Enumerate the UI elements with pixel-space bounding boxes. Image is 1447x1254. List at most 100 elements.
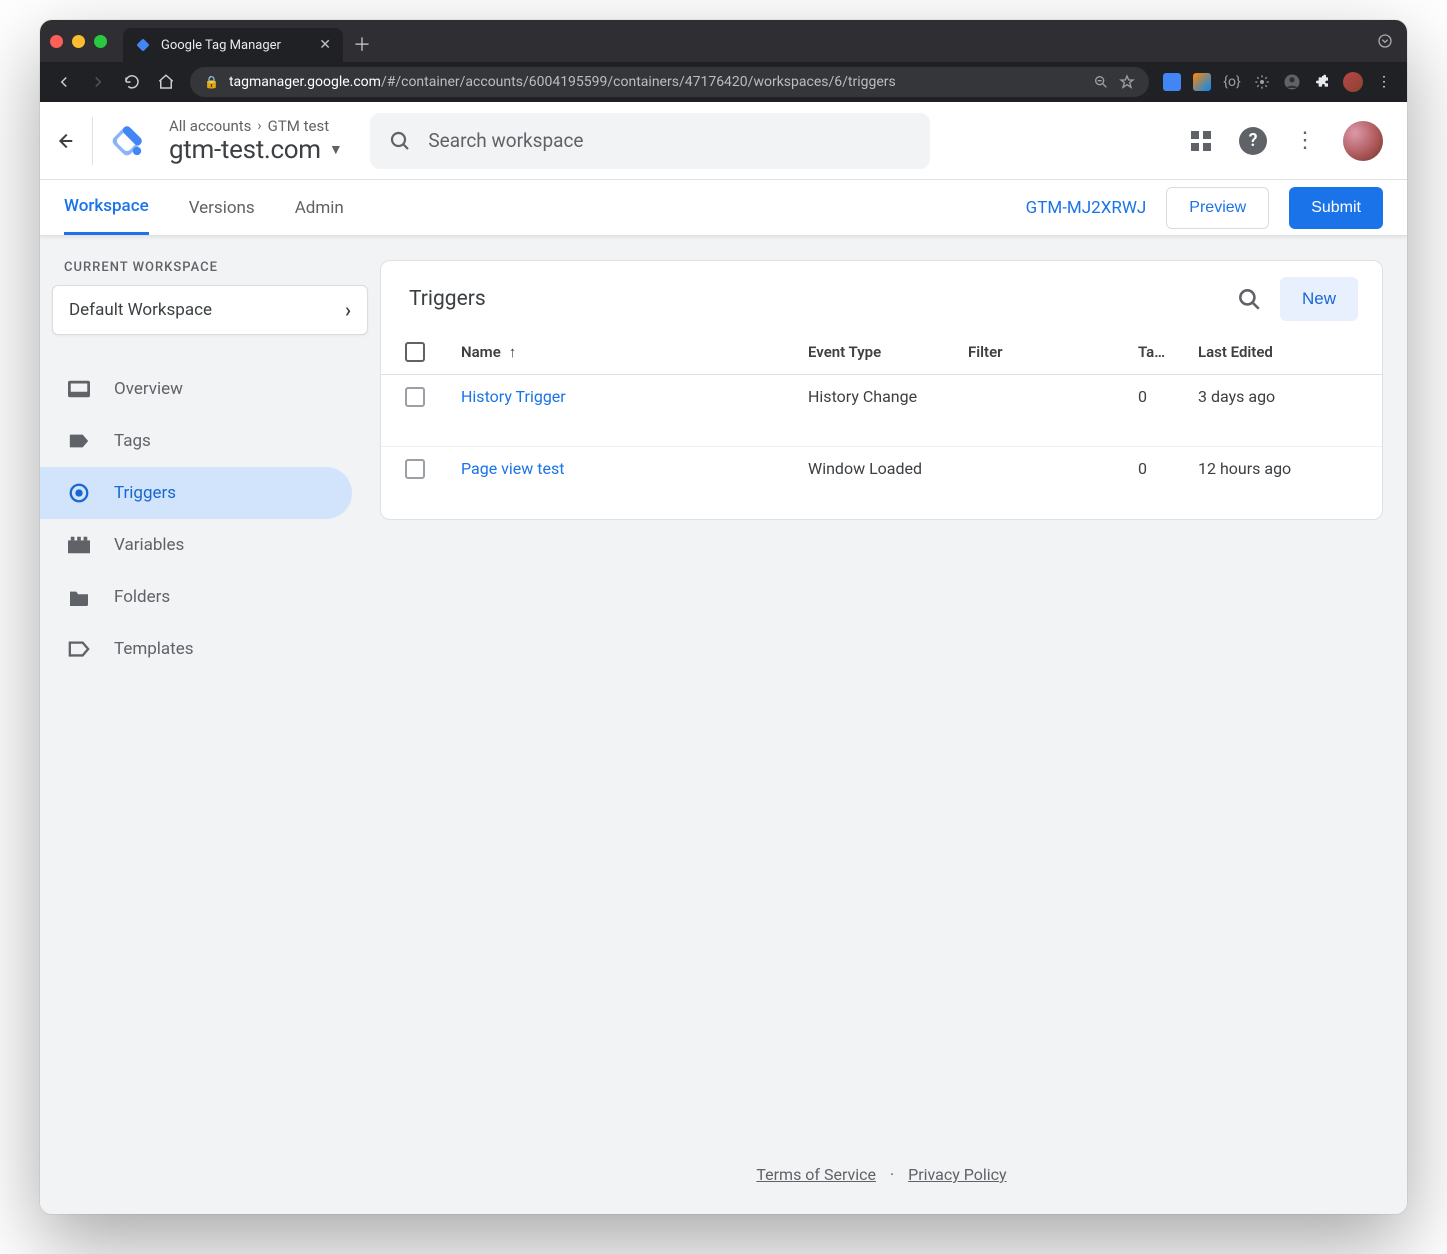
submit-button[interactable]: Submit <box>1289 187 1383 229</box>
folder-icon <box>66 584 92 610</box>
separator: · <box>890 1165 894 1184</box>
browser-tab[interactable]: Google Tag Manager ✕ <box>123 28 343 62</box>
nav-home-icon[interactable] <box>156 72 176 92</box>
tab-versions[interactable]: Versions <box>189 182 255 234</box>
table-row[interactable]: Page view test Window Loaded 0 12 hours … <box>381 447 1382 519</box>
url-text: tagmanager.google.com/#/container/accoun… <box>229 74 896 90</box>
breadcrumb[interactable]: All accounts › GTM test <box>169 117 342 135</box>
privacy-policy-link[interactable]: Privacy Policy <box>908 1165 1007 1184</box>
minimize-window-icon[interactable] <box>72 35 85 48</box>
nav-back-icon[interactable] <box>54 72 74 92</box>
gtm-logo-icon[interactable] <box>105 119 149 163</box>
breadcrumb-root[interactable]: All accounts <box>169 117 251 135</box>
zoom-icon[interactable] <box>1093 74 1109 90</box>
browser-menu-icon[interactable]: ⋮ <box>1375 73 1393 91</box>
search-input[interactable]: Search workspace <box>370 113 930 169</box>
bookmark-star-icon[interactable] <box>1119 74 1135 90</box>
browser-chrome: Google Tag Manager ✕ ＋ 🔒 tagmanager.goog… <box>40 20 1407 102</box>
sidebar: CURRENT WORKSPACE Default Workspace › Ov… <box>40 236 380 1214</box>
app-header: All accounts › GTM test gtm-test.com ▼ S… <box>40 102 1407 180</box>
divider <box>92 117 93 165</box>
extensions-puzzle-icon[interactable] <box>1313 73 1331 91</box>
dropdown-icon: ▼ <box>329 141 343 158</box>
sidebar-item-label: Tags <box>114 431 151 451</box>
row-checkbox[interactable] <box>405 459 425 479</box>
address-bar: 🔒 tagmanager.google.com/#/container/acco… <box>40 62 1407 102</box>
column-name[interactable]: Name ↑ <box>461 343 808 361</box>
sidebar-item-label: Triggers <box>114 483 176 503</box>
tag-icon <box>66 428 92 454</box>
extension-icon[interactable] <box>1193 73 1211 91</box>
sidebar-item-triggers[interactable]: Triggers <box>40 467 352 519</box>
help-icon[interactable]: ? <box>1239 127 1267 155</box>
trigger-last-edited: 3 days ago <box>1198 387 1358 406</box>
url-field[interactable]: 🔒 tagmanager.google.com/#/container/acco… <box>190 67 1149 97</box>
sub-nav: Workspace Versions Admin GTM-MJ2XRWJ Pre… <box>40 180 1407 236</box>
more-menu-icon[interactable]: ⋮ <box>1289 125 1321 157</box>
column-filter[interactable]: Filter <box>968 343 1138 361</box>
chevron-right-icon: › <box>345 298 351 322</box>
window-controls[interactable] <box>50 35 107 48</box>
trigger-event-type: History Change <box>808 387 968 406</box>
row-checkbox[interactable] <box>405 387 425 407</box>
trigger-icon <box>66 480 92 506</box>
template-icon <box>66 636 92 662</box>
sidebar-item-label: Variables <box>114 535 184 555</box>
trigger-name-link[interactable]: Page view test <box>461 459 808 478</box>
sidebar-item-label: Folders <box>114 587 170 607</box>
triggers-card: Triggers New Name ↑ Event Type Fi <box>380 260 1383 520</box>
preview-button[interactable]: Preview <box>1166 187 1269 229</box>
close-window-icon[interactable] <box>50 35 63 48</box>
column-tags[interactable]: Ta… <box>1138 343 1198 361</box>
trigger-last-edited: 12 hours ago <box>1198 459 1358 478</box>
sidebar-item-templates[interactable]: Templates <box>40 623 352 675</box>
card-header: Triggers New <box>381 261 1382 329</box>
sidebar-nav: Overview Tags Triggers Variables Folders <box>40 363 380 675</box>
extension-settings-icon[interactable] <box>1253 73 1271 91</box>
workspace-name: Default Workspace <box>69 300 212 320</box>
sidebar-item-variables[interactable]: Variables <box>40 519 352 571</box>
extension-icon[interactable]: {о} <box>1223 73 1241 91</box>
google-apps-icon[interactable] <box>1185 125 1217 157</box>
extension-icon[interactable] <box>1163 73 1181 91</box>
tab-workspace[interactable]: Workspace <box>64 180 149 235</box>
select-all-checkbox[interactable] <box>405 342 425 362</box>
new-tab-button[interactable]: ＋ <box>353 31 371 57</box>
sidebar-item-label: Overview <box>114 379 183 399</box>
container-id-link[interactable]: GTM-MJ2XRWJ <box>1026 198 1147 218</box>
search-triggers-icon[interactable] <box>1236 286 1262 312</box>
tab-overflow-icon[interactable] <box>1377 33 1393 49</box>
workspace-selector[interactable]: Default Workspace › <box>52 285 368 335</box>
sidebar-item-folders[interactable]: Folders <box>40 571 352 623</box>
profile-icon[interactable] <box>1283 73 1301 91</box>
header-actions: ? ⋮ <box>1185 121 1383 161</box>
tab-admin[interactable]: Admin <box>295 182 344 234</box>
column-event-type[interactable]: Event Type <box>808 343 968 361</box>
column-last-edited[interactable]: Last Edited <box>1198 343 1358 361</box>
card-title: Triggers <box>409 287 486 311</box>
new-trigger-button[interactable]: New <box>1280 277 1358 321</box>
table-row[interactable]: History Trigger History Change 0 3 days … <box>381 375 1382 447</box>
sidebar-item-tags[interactable]: Tags <box>40 415 352 467</box>
container-name: gtm-test.com <box>169 135 321 165</box>
container-selector[interactable]: gtm-test.com ▼ <box>169 135 342 165</box>
nav-reload-icon[interactable] <box>122 72 142 92</box>
sidebar-item-overview[interactable]: Overview <box>40 363 352 415</box>
maximize-window-icon[interactable] <box>94 35 107 48</box>
trigger-event-type: Window Loaded <box>808 459 968 478</box>
table-header-row: Name ↑ Event Type Filter Ta… Last Edited <box>381 329 1382 375</box>
extension-avatar-icon[interactable] <box>1343 72 1363 92</box>
user-avatar[interactable] <box>1343 121 1383 161</box>
header-title-block: All accounts › GTM test gtm-test.com ▼ <box>169 117 342 165</box>
app-body: CURRENT WORKSPACE Default Workspace › Ov… <box>40 236 1407 1214</box>
main-panel: Triggers New Name ↑ Event Type Fi <box>380 236 1407 1214</box>
tab-bar: Google Tag Manager ✕ ＋ <box>40 20 1407 62</box>
back-button[interactable] <box>40 130 88 152</box>
terms-of-service-link[interactable]: Terms of Service <box>756 1165 876 1184</box>
trigger-name-link[interactable]: History Trigger <box>461 387 808 406</box>
browser-window: Google Tag Manager ✕ ＋ 🔒 tagmanager.goog… <box>40 20 1407 1214</box>
breadcrumb-leaf[interactable]: GTM test <box>268 117 330 135</box>
trigger-tag-count: 0 <box>1138 459 1198 478</box>
tab-close-icon[interactable]: ✕ <box>319 37 331 53</box>
trigger-tag-count: 0 <box>1138 387 1198 406</box>
